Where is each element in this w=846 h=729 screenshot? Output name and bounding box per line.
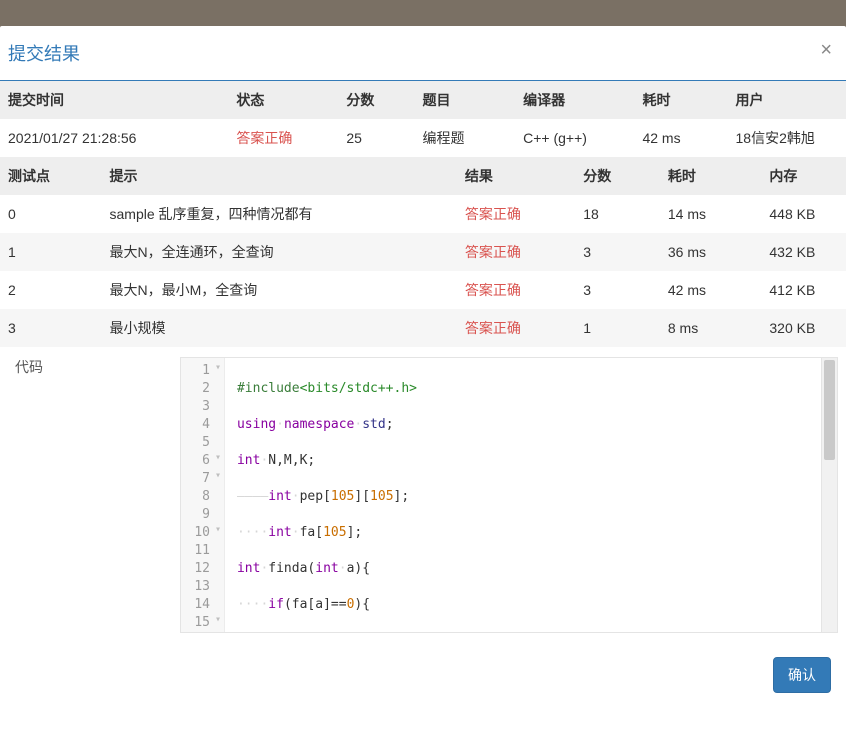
col-user: 用户 xyxy=(728,81,846,119)
col-problem: 题目 xyxy=(415,81,500,119)
code-section: 代码 1▾ 2 3 4 5 6▾ 7▾ 8 xyxy=(0,347,846,643)
col-result: 结果 xyxy=(457,157,575,195)
cell-result: 答案正确 xyxy=(457,309,575,347)
submission-info-table: 提交时间 状态 分数 题目 编译器 耗时 用户 2021/01/27 21:28… xyxy=(0,81,846,157)
cell-score: 3 xyxy=(575,233,660,271)
scrollbar-thumb[interactable] xyxy=(824,360,835,460)
cell-hint: 最小规模 xyxy=(102,309,457,347)
cell-memory: 412 KB xyxy=(761,271,846,309)
code-editor[interactable]: 1▾ 2 3 4 5 6▾ 7▾ 8 9 10▾ 11 xyxy=(180,357,838,633)
cell-score: 3 xyxy=(575,271,660,309)
cell-elapsed: 8 ms xyxy=(660,309,762,347)
cell-elapsed: 36 ms xyxy=(660,233,762,271)
table-row: 3 最小规模 答案正确 1 8 ms 320 KB xyxy=(0,309,846,347)
cell-user: 18信安2韩旭 xyxy=(728,119,846,157)
fold-icon[interactable]: ▾ xyxy=(215,363,221,373)
cell-hint: 最大N，最小M，全查询 xyxy=(102,271,457,309)
modal-body: 提交时间 状态 分数 题目 编译器 耗时 用户 2021/01/27 21:28… xyxy=(0,81,846,643)
col-status: 状态 xyxy=(228,81,338,119)
col-hint: 提示 xyxy=(102,157,457,195)
cell-score: 1 xyxy=(575,309,660,347)
cell-elapsed: 42 ms xyxy=(660,271,762,309)
col-case: 测试点 xyxy=(0,157,102,195)
modal-header: 提交结果 × xyxy=(0,26,846,81)
cell-case: 1 xyxy=(0,233,102,271)
cell-memory: 432 KB xyxy=(761,233,846,271)
modal-title: 提交结果 xyxy=(8,44,80,64)
editor-content[interactable]: #include<bits/stdc++.h> using·namespace·… xyxy=(225,358,821,632)
submission-info-row: 2021/01/27 21:28:56 答案正确 25 编程题 C++ (g++… xyxy=(0,119,846,157)
col-time: 提交时间 xyxy=(0,81,228,119)
fold-icon[interactable]: ▾ xyxy=(215,615,221,625)
modal-footer: 确认 xyxy=(0,643,846,707)
table-row: 2 最大N，最小M，全查询 答案正确 3 42 ms 412 KB xyxy=(0,271,846,309)
cell-result: 答案正确 xyxy=(457,271,575,309)
cell-elapsed: 42 ms xyxy=(634,119,727,157)
close-icon[interactable]: × xyxy=(820,40,832,60)
cell-memory: 448 KB xyxy=(761,195,846,233)
cell-score: 18 xyxy=(575,195,660,233)
test-cases-table: 测试点 提示 结果 分数 耗时 内存 0 sample 乱序重复，四种情况都有 … xyxy=(0,157,846,347)
submission-result-modal: 提交结果 × 提交时间 状态 分数 题目 编译器 耗时 用户 xyxy=(0,26,846,729)
cell-problem: 编程题 xyxy=(415,119,500,157)
cell-result: 答案正确 xyxy=(457,195,575,233)
cell-result: 答案正确 xyxy=(457,233,575,271)
fold-icon[interactable]: ▾ xyxy=(215,453,221,463)
cell-case: 2 xyxy=(0,271,102,309)
col-score: 分数 xyxy=(575,157,660,195)
cell-case: 3 xyxy=(0,309,102,347)
cell-case: 0 xyxy=(0,195,102,233)
col-elapsed: 耗时 xyxy=(634,81,727,119)
cell-score: 25 xyxy=(338,119,414,157)
cell-status: 答案正确 xyxy=(228,119,338,157)
cell-compiler: C++ (g++) xyxy=(499,119,634,157)
col-score: 分数 xyxy=(338,81,414,119)
table-row: 1 最大N，全连通环，全查询 答案正确 3 36 ms 432 KB xyxy=(0,233,846,271)
cell-time: 2021/01/27 21:28:56 xyxy=(0,119,228,157)
table-row: 0 sample 乱序重复，四种情况都有 答案正确 18 14 ms 448 K… xyxy=(0,195,846,233)
cell-elapsed: 14 ms xyxy=(660,195,762,233)
fold-icon[interactable]: ▾ xyxy=(215,471,221,481)
cell-memory: 320 KB xyxy=(761,309,846,347)
editor-scrollbar[interactable] xyxy=(821,358,837,632)
col-memory: 内存 xyxy=(761,157,846,195)
editor-gutter: 1▾ 2 3 4 5 6▾ 7▾ 8 9 10▾ 11 xyxy=(181,358,225,632)
ok-button[interactable]: 确认 xyxy=(773,657,831,693)
code-label: 代码 xyxy=(0,347,165,643)
cell-hint: sample 乱序重复，四种情况都有 xyxy=(102,195,457,233)
fold-icon[interactable]: ▾ xyxy=(215,525,221,535)
col-elapsed: 耗时 xyxy=(660,157,762,195)
cell-hint: 最大N，全连通环，全查询 xyxy=(102,233,457,271)
col-compiler: 编译器 xyxy=(499,81,634,119)
